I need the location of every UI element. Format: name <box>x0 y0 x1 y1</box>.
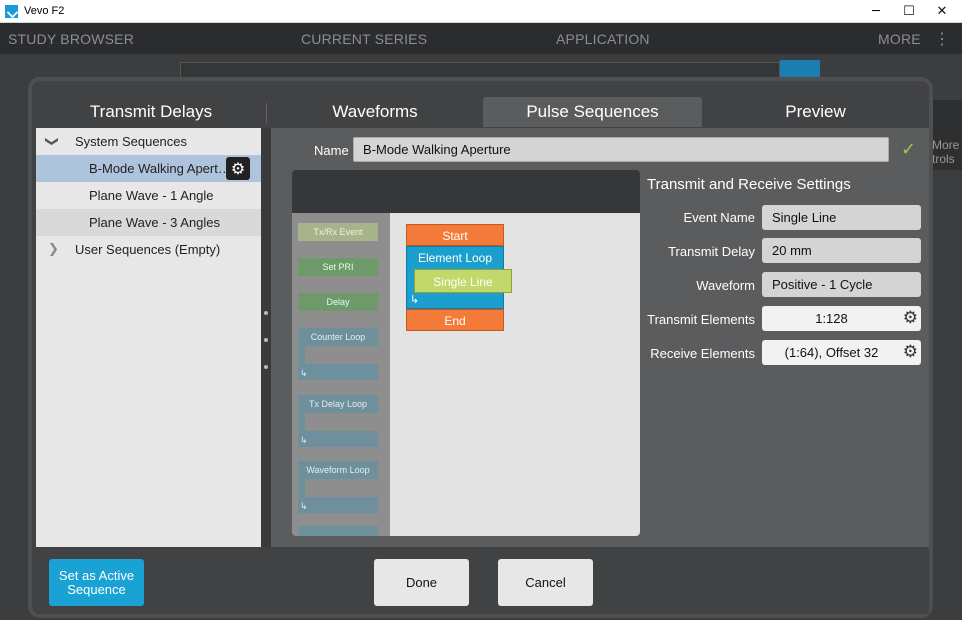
dialog-footer: Set as Active Sequence Done Cancel <box>36 547 929 614</box>
tab-waveforms[interactable]: Waveforms <box>267 97 483 127</box>
tree-system-sequences[interactable]: ❯ System Sequences <box>36 128 261 155</box>
transmit-elements-label: Transmit Elements <box>647 312 755 327</box>
menu-current-series[interactable]: CURRENT SERIES <box>301 31 427 47</box>
palette-waveform-loop[interactable]: Waveform Loop ↳ <box>298 461 378 513</box>
loop-icon: ↳ <box>410 294 420 306</box>
splitter-dot <box>264 338 268 342</box>
tree-item-plane-wave-3[interactable]: Plane Wave - 3 Angles <box>36 209 261 236</box>
transmit-elements-value: 1:128 <box>815 311 848 326</box>
set-active-sequence-button[interactable]: Set as Active Sequence <box>49 559 144 606</box>
block-single-line[interactable]: Single Line <box>414 269 512 293</box>
tree-user-sequences-label: User Sequences (Empty) <box>75 242 221 257</box>
settings-title: Transmit and Receive Settings <box>647 176 851 193</box>
tab-transmit-delays[interactable]: Transmit Delays <box>36 97 266 127</box>
palette-counter-loop[interactable]: Counter Loop ↳ <box>298 328 378 380</box>
tree-system-sequences-label: System Sequences <box>75 134 188 149</box>
block-palette: Tx/Rx Event Set PRI Delay Counter Loop ↳… <box>292 213 390 536</box>
loop-icon: ↳ <box>300 368 308 378</box>
app-logo-icon <box>5 5 18 18</box>
transmit-delay-field[interactable]: 20 mm <box>762 238 921 263</box>
splitter-dot <box>264 311 268 315</box>
tree-item-b-mode-walking[interactable]: B-Mode Walking Apert… ⚙ <box>36 155 261 182</box>
name-input[interactable]: B-Mode Walking Aperture <box>353 137 889 162</box>
palette-tx-delay-loop[interactable]: Tx Delay Loop ↳ <box>298 395 378 447</box>
chevron-right-icon[interactable]: ❯ <box>48 236 59 263</box>
gear-icon[interactable]: ⚙ <box>903 340 918 365</box>
block-end[interactable]: End <box>406 309 504 331</box>
window-title: Vevo F2 <box>24 5 65 17</box>
tree-item-label: B-Mode Walking Apert… <box>89 161 231 176</box>
palette-tx-delay-loop-label: Tx Delay Loop <box>308 399 368 409</box>
name-label: Name <box>314 143 349 158</box>
transmit-elements-field[interactable]: 1:128 ⚙ <box>762 306 921 331</box>
maximize-button[interactable]: ☐ <box>893 0 925 23</box>
transmit-delay-label: Transmit Delay <box>668 244 755 259</box>
tab-pulse-sequences[interactable]: Pulse Sequences <box>483 97 702 127</box>
sequence-editor: Name B-Mode Walking Aperture ✓ Tx/Rx Eve… <box>271 128 929 547</box>
palette-counter-loop-label: Counter Loop <box>310 332 366 342</box>
more-icon[interactable]: ⋮ <box>934 29 950 49</box>
tree-user-sequences[interactable]: ❯ User Sequences (Empty) <box>36 236 261 263</box>
block-element-loop-label: Element Loop <box>417 251 493 265</box>
receive-elements-label: Receive Elements <box>650 346 755 361</box>
palette-delay[interactable]: Delay <box>298 293 378 311</box>
palette-txrx-event[interactable]: Tx/Rx Event <box>298 223 378 241</box>
loop-icon: ↳ <box>300 501 308 511</box>
sequence-canvas: Start Element Loop ↳ Single Line End <box>390 213 640 536</box>
loop-slot <box>305 413 378 431</box>
close-button[interactable]: ✕ <box>926 0 958 23</box>
cancel-button[interactable]: Cancel <box>498 559 593 606</box>
background-more-controls: More trols <box>930 100 962 170</box>
chevron-down-icon[interactable]: ❯ <box>38 136 65 147</box>
palette-more-loop <box>298 526 378 536</box>
palette-set-pri[interactable]: Set PRI <box>298 258 378 276</box>
palette-waveform-loop-label: Waveform Loop <box>306 465 370 475</box>
receive-elements-value: (1:64), Offset 32 <box>784 345 879 360</box>
tree-item-plane-wave-1[interactable]: Plane Wave - 1 Angle <box>36 182 261 209</box>
receive-elements-field[interactable]: (1:64), Offset 32 ⚙ <box>762 340 921 365</box>
sequence-tree: ❯ System Sequences B-Mode Walking Apert…… <box>36 128 261 547</box>
menu-more[interactable]: MORE <box>878 31 921 47</box>
tab-bar: Transmit Delays Waveforms Pulse Sequence… <box>36 93 929 127</box>
title-bar: Vevo F2 ─ ☐ ✕ <box>0 0 962 23</box>
loop-slot <box>305 346 378 364</box>
menu-application[interactable]: APPLICATION <box>556 31 650 47</box>
event-name-label: Event Name <box>683 210 755 225</box>
tab-preview[interactable]: Preview <box>702 97 929 127</box>
loop-slot <box>305 479 378 497</box>
waveform-select[interactable]: Positive - 1 Cycle <box>762 272 921 297</box>
panel-splitter[interactable] <box>261 128 271 547</box>
menu-study-browser[interactable]: STUDY BROWSER <box>8 31 134 47</box>
menu-bar: STUDY BROWSER CURRENT SERIES APPLICATION… <box>0 23 962 54</box>
gear-icon[interactable]: ⚙ <box>226 157 250 180</box>
check-icon: ✓ <box>901 139 917 160</box>
tree-item-label: Plane Wave - 3 Angles <box>89 215 221 230</box>
block-start[interactable]: Start <box>406 224 504 246</box>
tree-item-label: Plane Wave - 1 Angle <box>89 188 214 203</box>
gear-icon[interactable]: ⚙ <box>903 306 918 331</box>
event-name-field[interactable]: Single Line <box>762 205 921 230</box>
background-panel <box>180 62 780 78</box>
splitter-dot <box>264 365 268 369</box>
sequence-header <box>292 170 640 213</box>
minimize-button[interactable]: ─ <box>860 0 892 23</box>
waveform-label: Waveform <box>696 278 755 293</box>
done-button[interactable]: Done <box>374 559 469 606</box>
pulse-sequence-dialog: Transmit Delays Waveforms Pulse Sequence… <box>28 77 933 618</box>
loop-icon: ↳ <box>300 435 308 445</box>
